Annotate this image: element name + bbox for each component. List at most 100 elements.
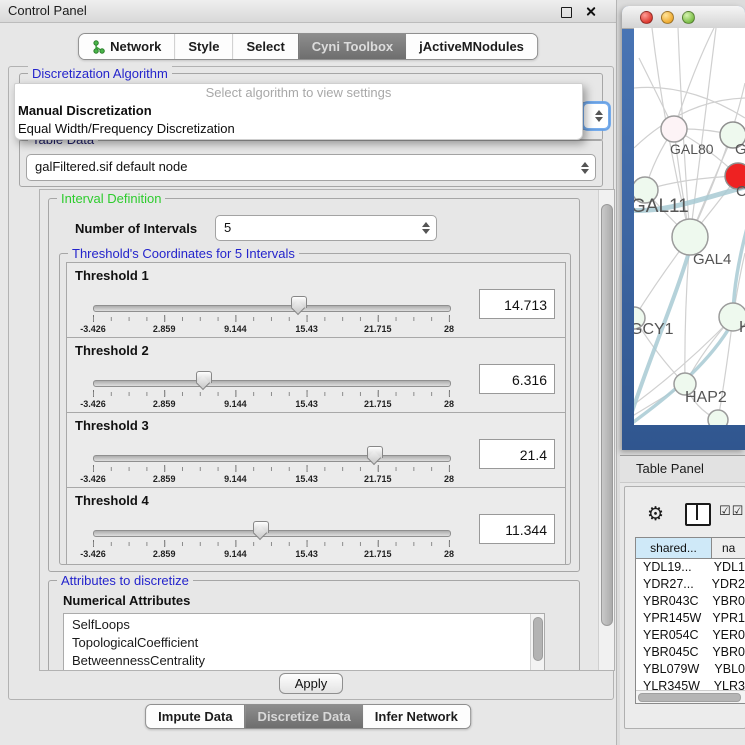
tab-network[interactable]: Network xyxy=(79,34,174,59)
threshold-1-slider[interactable]: -3.426 2.859 9.144 15.43 21.715 28 xyxy=(93,295,449,337)
slider-track[interactable] xyxy=(93,380,451,387)
threshold-1-slider-handle[interactable] xyxy=(291,296,307,308)
dropdown-option-manual-discretization[interactable]: Manual Discretization xyxy=(15,102,582,120)
table-row[interactable]: YER054CYER0 xyxy=(636,627,745,644)
cell[interactable]: YBL079W xyxy=(636,661,704,678)
tab-jactivemnodules[interactable]: jActiveMNodules xyxy=(406,34,537,59)
cell[interactable]: YBR0 xyxy=(702,644,745,661)
table-row[interactable]: YPR145WYPR1 xyxy=(636,610,745,627)
dropdown-placeholder-option[interactable]: Select algorithm to view settings xyxy=(15,84,582,102)
network-icon xyxy=(92,40,105,54)
table-row[interactable]: YDL19...YDL1 xyxy=(636,559,745,576)
close-traffic-light-icon[interactable] xyxy=(640,11,653,24)
attributes-fieldset: Attributes to discretize Numerical Attri… xyxy=(48,580,580,671)
tick-label: 9.144 xyxy=(224,324,247,334)
threshold-2-box: Threshold 2 -3.426 2.859 9.144 xyxy=(66,337,566,415)
cell[interactable]: YBL0 xyxy=(704,661,745,678)
threshold-3-slider[interactable]: -3.426 2.859 9.144 15.43 21.715 28 xyxy=(93,445,449,487)
minimize-traffic-light-icon[interactable] xyxy=(661,11,674,24)
table-row[interactable]: YBR043CYBR0 xyxy=(636,593,745,610)
tab-select-label: Select xyxy=(246,39,284,54)
threshold-3-slider-handle[interactable] xyxy=(367,446,383,458)
threshold-3-box: Threshold 3 -3.426 2.859 9.144 xyxy=(66,412,566,490)
threshold-4-slider-handle[interactable] xyxy=(253,521,269,533)
threshold-2-slider[interactable]: -3.426 2.859 9.144 15.43 21.715 28 xyxy=(93,370,449,412)
tab-style[interactable]: Style xyxy=(174,34,232,59)
column-header-name[interactable]: na xyxy=(712,538,745,558)
cell[interactable]: YDL19... xyxy=(636,559,704,576)
attributes-legend: Attributes to discretize xyxy=(57,573,193,588)
list-item[interactable]: TopologicalCoefficient xyxy=(64,634,544,652)
table-row[interactable]: YDR27...YDR2 xyxy=(636,576,745,593)
threshold-4-slider[interactable]: -3.426 2.859 9.144 15.43 21.715 28 xyxy=(93,520,449,562)
settings-scroll-area: Interval Definition Number of Intervals … xyxy=(39,189,615,671)
list-vertical-scrollbar[interactable] xyxy=(530,614,544,671)
scrollbar-thumb[interactable] xyxy=(638,693,741,702)
column-header-shared-name[interactable]: shared... xyxy=(636,538,712,558)
threshold-1-value-field[interactable]: 14.713 xyxy=(479,289,555,319)
discretization-algorithm-legend: Discretization Algorithm xyxy=(28,66,172,81)
scrollbar-thumb[interactable] xyxy=(533,617,543,661)
cell[interactable]: YPR1 xyxy=(702,610,745,627)
node-attribute-table[interactable]: shared... na YDL19...YDL1 YDR27...YDR2 Y… xyxy=(635,537,745,704)
number-of-intervals-combo[interactable]: 5 xyxy=(215,215,437,241)
network-node-gal4[interactable] xyxy=(672,219,708,255)
checkbox-select-icons[interactable]: ☑☑ xyxy=(719,504,744,519)
network-window-titlebar[interactable] xyxy=(622,6,745,29)
tab-network-label: Network xyxy=(110,39,161,54)
thresholds-fieldset: Threshold's Coordinates for 5 Intervals … xyxy=(59,253,571,565)
tab-impute-data[interactable]: Impute Data xyxy=(146,705,244,728)
slider-minor-ticks xyxy=(93,317,451,321)
table-row[interactable]: YBR045CYBR0 xyxy=(636,644,745,661)
tab-select[interactable]: Select xyxy=(232,34,297,59)
tick-label: 9.144 xyxy=(224,474,247,484)
zoom-traffic-light-icon[interactable] xyxy=(682,11,695,24)
close-icon[interactable] xyxy=(585,6,596,17)
table-row[interactable]: YBL079WYBL0 xyxy=(636,661,745,678)
slider-tick-labels: -3.426 2.859 9.144 15.43 21.715 28 xyxy=(93,474,449,486)
apply-button[interactable]: Apply xyxy=(279,673,343,694)
network-node-gal80[interactable] xyxy=(661,116,687,142)
cell[interactable]: YPR145W xyxy=(636,610,702,627)
list-item[interactable]: BetweennessCentrality xyxy=(64,652,544,670)
table-data-fieldset: Table Data galFiltered.sif default node xyxy=(19,139,603,187)
cell[interactable]: YBR045C xyxy=(636,644,702,661)
slider-track[interactable] xyxy=(93,530,451,537)
table-data-combo[interactable]: galFiltered.sif default node xyxy=(26,154,596,181)
slider-track[interactable] xyxy=(93,305,451,312)
combo-spinner-icon xyxy=(581,162,589,174)
cell[interactable]: YDR27... xyxy=(636,576,702,593)
tab-cyni-toolbox[interactable]: Cyni Toolbox xyxy=(298,34,406,59)
cell[interactable]: YER054C xyxy=(636,627,702,644)
cell[interactable]: YDR2 xyxy=(702,576,745,593)
threshold-2-slider-handle[interactable] xyxy=(196,371,212,383)
top-tab-bar: Network Style Select Cyni Toolbox jActiv… xyxy=(78,33,538,60)
gear-icon[interactable]: ⚙ xyxy=(647,501,664,527)
dropdown-option-equal-width-frequency[interactable]: Equal Width/Frequency Discretization xyxy=(15,120,582,138)
slider-track[interactable] xyxy=(93,455,451,462)
slider-minor-ticks xyxy=(93,392,451,396)
threshold-4-value-field[interactable]: 11.344 xyxy=(479,514,555,544)
tab-discretize-data[interactable]: Discretize Data xyxy=(245,705,363,728)
threshold-3-value-field[interactable]: 21.4 xyxy=(479,439,555,469)
table-horizontal-scrollbar[interactable] xyxy=(636,690,745,703)
network-node-bottom-partial[interactable] xyxy=(708,410,728,425)
cell[interactable]: YBR0 xyxy=(702,593,745,610)
tick-label: 2.859 xyxy=(153,399,176,409)
cell[interactable]: YBR043C xyxy=(636,593,702,610)
tab-infer-network[interactable]: Infer Network xyxy=(363,705,470,728)
threshold-2-value-field[interactable]: 6.316 xyxy=(479,364,555,394)
cell[interactable]: YER0 xyxy=(702,627,745,644)
scrollbar-thumb[interactable] xyxy=(601,204,613,626)
settings-vertical-scrollbar[interactable] xyxy=(598,190,614,670)
network-view-window: GAL80 GA C GAL11 GAL4 GCY1 H HAP2 xyxy=(622,6,745,450)
numerical-attributes-list[interactable]: SelfLoops TopologicalCoefficient Between… xyxy=(63,613,545,671)
column-layout-icon[interactable] xyxy=(685,503,711,526)
cell[interactable]: YDL1 xyxy=(704,559,745,576)
table-panel: Table Panel ⚙ ☑☑ shared... na YDL19...YD… xyxy=(620,455,745,745)
network-canvas[interactable]: GAL80 GA C GAL11 GAL4 GCY1 H HAP2 xyxy=(634,28,745,425)
slider-minor-ticks xyxy=(93,542,451,546)
tick-label: 2.859 xyxy=(153,474,176,484)
float-window-icon[interactable] xyxy=(561,7,572,18)
list-item[interactable]: SelfLoops xyxy=(64,614,544,634)
